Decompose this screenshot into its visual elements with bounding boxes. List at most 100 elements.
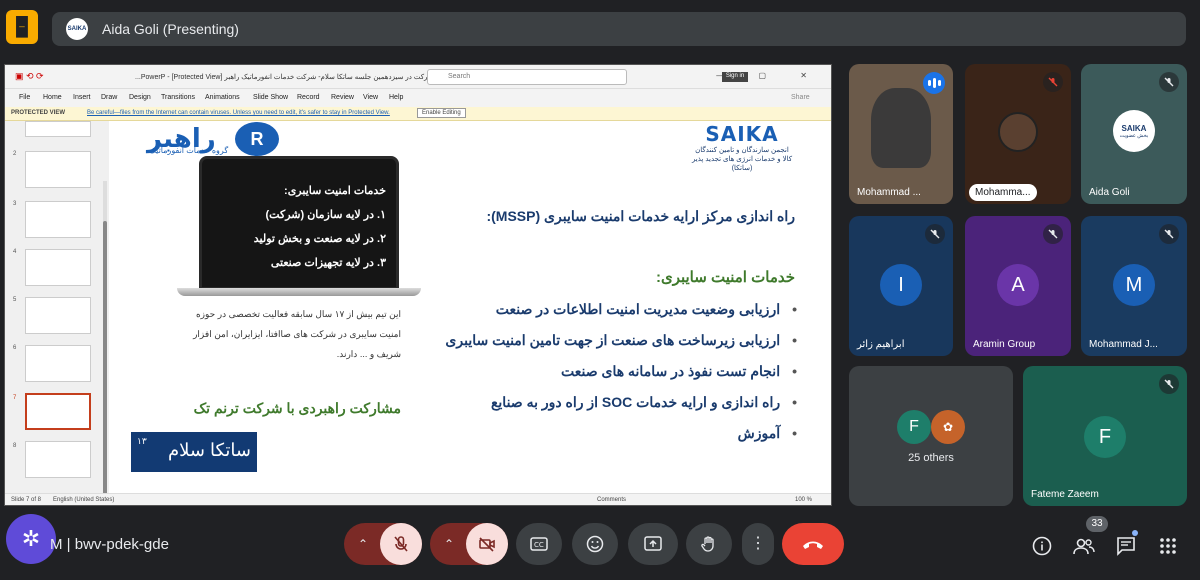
captions-icon: CC <box>530 537 548 551</box>
ribbon-tab[interactable]: Draw <box>101 94 117 101</box>
thumbnail-scrollbar[interactable] <box>103 181 107 505</box>
participant-tile[interactable]: F Fateme Zaeem <box>1023 366 1187 506</box>
participant-tile[interactable]: Mohamma... <box>965 64 1071 204</box>
slide-thumbnail-active[interactable] <box>25 393 91 430</box>
thumb-number: 6 <box>13 345 17 351</box>
reactions-button[interactable] <box>572 523 618 565</box>
camera-off-button[interactable] <box>466 523 508 565</box>
participant-tile[interactable]: SAIKA بخش عضویت Aida Goli <box>1081 64 1187 204</box>
present-button[interactable] <box>628 523 678 565</box>
ribbon-tab[interactable]: View <box>363 94 378 101</box>
quick-access-icons[interactable]: ▣ ⟲ ⟳ <box>15 71 44 82</box>
raise-hand-button[interactable] <box>686 523 732 565</box>
participant-avatar: A <box>997 264 1039 306</box>
mic-off-button[interactable] <box>380 523 422 565</box>
participant-avatar <box>998 112 1038 152</box>
slide-thumbnail[interactable] <box>25 121 91 137</box>
slide-thumbnail[interactable] <box>25 249 91 286</box>
ribbon-tab[interactable]: Slide Show <box>253 94 288 101</box>
service-item: آموزش <box>417 418 797 449</box>
leave-call-button[interactable] <box>782 523 844 565</box>
protected-view-message[interactable]: Be careful—files from the Internet can c… <box>87 110 390 116</box>
thumb-number: 7 <box>13 395 17 401</box>
laptop-title: خدمات امنیت سایبری: <box>284 185 386 197</box>
mic-off-icon <box>1159 374 1179 394</box>
participant-tile[interactable]: A Aramin Group <box>965 216 1071 356</box>
slide-thumbnail[interactable] <box>25 345 91 382</box>
ribbon-tab[interactable]: File <box>19 94 30 101</box>
ribbon-tab[interactable]: Record <box>297 94 320 101</box>
participant-tile[interactable]: I ابراهیم زائر <box>849 216 953 356</box>
chat-button[interactable] <box>1114 530 1138 558</box>
ppt-status-bar: Slide 7 of 8 English (United States) Com… <box>5 493 831 505</box>
partnership-text: مشارکت راهبردی با شرکت ترنم تک <box>193 400 401 416</box>
participant-avatar: I <box>880 264 922 306</box>
ribbon-tab[interactable]: Design <box>129 94 151 101</box>
zoom-level[interactable]: 100 % <box>795 497 812 503</box>
saika-logo-sub: انجمن سازندگان و تامین کنندگان <box>695 147 789 154</box>
meeting-info-button[interactable] <box>1030 534 1054 558</box>
services-list: ارزیابی وضعیت مدیریت امنیت اطلاعات در صن… <box>417 294 797 449</box>
enable-editing-button[interactable]: Enable Editing <box>417 108 466 118</box>
slide-thumbnail-panel: 2 3 4 5 6 7 8 <box>5 121 109 505</box>
slide-thumbnail[interactable] <box>25 201 91 238</box>
ppt-search-box[interactable]: Search <box>427 69 627 85</box>
window-controls[interactable]: — ▢ ✕ <box>716 71 823 80</box>
hand-icon <box>701 536 714 552</box>
participant-avatar: M <box>1113 264 1155 306</box>
service-item: ارزیابی زیرساخت های صنعت از جهت تامین ام… <box>417 325 797 356</box>
laptop-item: ۲. در لایه صنعت و بخش تولید <box>253 233 386 245</box>
current-slide: راهبر گروه خدمات انفورماتیک R SAIKA انجم… <box>127 122 815 472</box>
svg-text:CC: CC <box>534 541 544 549</box>
saika-logo-sub2: کالا و خدمات انرژی های تجدید پذیر (ساتکا… <box>691 156 793 172</box>
people-button[interactable] <box>1072 534 1096 558</box>
app-logo-icon[interactable]: 🁢 <box>6 10 38 44</box>
ppt-title-bar: ▣ ⟲ ⟳ قالب ارائه شرکت در سیزدهمین جلسه س… <box>5 65 831 89</box>
mic-off-icon <box>1159 224 1179 244</box>
ribbon-tab[interactable]: Animations <box>205 94 240 101</box>
salam-number: ۱۳ <box>137 436 147 446</box>
rahbar-emblem-icon: R <box>235 122 279 156</box>
ribbon-tab[interactable]: Transitions <box>161 94 195 101</box>
participant-name: Mohammad ... <box>857 187 921 198</box>
thumb-number: 5 <box>13 297 17 303</box>
more-options-button[interactable]: ⋮ <box>742 523 774 565</box>
avatar-logo-sub: بخش عضویت <box>1119 132 1149 139</box>
participant-name: ابراهیم زائر <box>857 339 905 350</box>
camera-options-chevron-icon[interactable]: ⌃ <box>444 537 454 551</box>
captions-button[interactable]: CC <box>516 523 562 565</box>
presenter-banner[interactable]: SAIKA Aida Goli (Presenting) <box>52 12 1186 46</box>
speaking-indicator-icon <box>923 72 945 94</box>
meeting-code-prefix: M <box>50 536 63 553</box>
mic-control[interactable]: ⌃ <box>344 523 422 565</box>
share-button[interactable]: Share <box>791 94 810 101</box>
mssp-heading: راه اندازی مرکز ارایه خدمات امنیت سایبری… <box>486 208 795 224</box>
end-call-icon <box>803 541 823 549</box>
camera-control[interactable]: ⌃ <box>430 523 508 565</box>
mic-options-chevron-icon[interactable]: ⌃ <box>358 537 368 551</box>
ribbon-tab[interactable]: Home <box>43 94 62 101</box>
slide-thumbnail[interactable] <box>25 151 91 188</box>
activities-button[interactable]: ✲ <box>6 514 56 564</box>
presenter-avatar: SAIKA <box>66 18 88 40</box>
people-icon <box>1073 538 1095 555</box>
participant-name: Mohammad J... <box>1089 339 1158 350</box>
participant-tile[interactable]: M Mohammad J... <box>1081 216 1187 356</box>
comments-button[interactable]: Comments <box>597 497 626 503</box>
emoji-icon <box>586 535 604 553</box>
slide-thumbnail[interactable] <box>25 441 91 478</box>
participant-name: Fateme Zaeem <box>1031 489 1099 500</box>
satka-salam-logo: ۱۳ ساتکا سلام <box>131 432 257 472</box>
laptop-base <box>177 288 421 296</box>
rahbar-logo-sub: گروه خدمات انفورماتیک <box>149 146 229 155</box>
more-vert-icon: ⋮ <box>750 535 766 552</box>
participant-tile-video[interactable]: Mohammad ... <box>849 64 953 204</box>
thumb-number: 3 <box>13 201 17 207</box>
ribbon-tab[interactable]: Review <box>331 94 354 101</box>
ribbon-tab[interactable]: Help <box>389 94 403 101</box>
activities-grid-button[interactable] <box>1156 534 1180 558</box>
ppt-ribbon-tabs: File Home Insert Draw Design Transitions… <box>5 89 831 107</box>
ribbon-tab[interactable]: Insert <box>73 94 91 101</box>
others-tile[interactable]: F ✿ 25 others <box>849 366 1013 506</box>
slide-thumbnail[interactable] <box>25 297 91 334</box>
